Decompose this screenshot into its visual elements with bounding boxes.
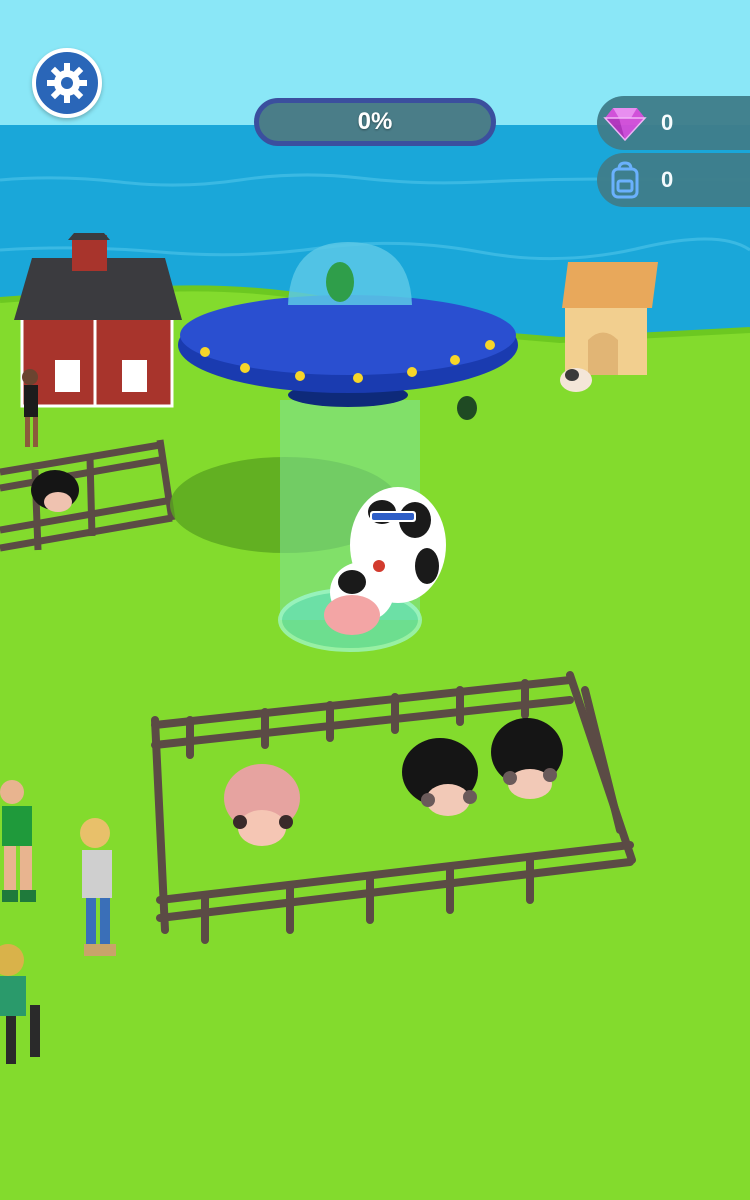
yellow-shed (562, 262, 658, 375)
progress-text: 0% (357, 108, 393, 135)
settings-button[interactable] (32, 48, 102, 118)
diamond-icon (603, 101, 647, 145)
gems-value: 0 (661, 110, 674, 135)
distant-duck (457, 396, 477, 420)
backpack-value: 0 (661, 167, 674, 192)
gear-icon (47, 63, 87, 103)
gems-counter: 0 (597, 96, 750, 150)
abduction-progress-bar: 0% (254, 98, 496, 146)
backpack-icon (603, 158, 647, 202)
backpack-counter: 0 (597, 153, 750, 207)
red-barn (14, 233, 182, 408)
